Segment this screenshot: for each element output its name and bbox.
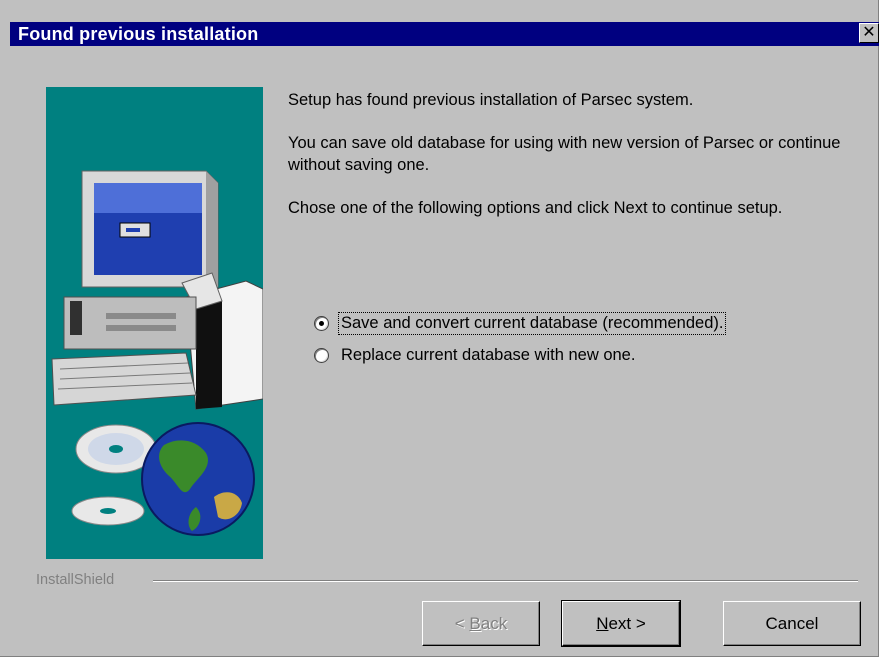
title-bar[interactable]: Found previous installation ✕ (10, 22, 879, 46)
dialog-title: Found previous installation (18, 24, 259, 44)
database-options: Save and convert current database (recom… (312, 310, 727, 374)
back-button[interactable]: < Back (422, 601, 540, 646)
replace-radio[interactable] (314, 347, 329, 363)
back-rest: ack (480, 613, 508, 633)
save-convert-radio[interactable] (314, 315, 329, 331)
save-convert-label[interactable]: Save and convert current database (recom… (337, 311, 727, 335)
computer-illustration (51, 170, 263, 536)
replace-label[interactable]: Replace current database with new one. (339, 345, 637, 366)
setup-dialog: Found previous installation ✕ Setup has … (0, 0, 879, 657)
close-button[interactable]: ✕ (859, 23, 879, 43)
instructions: Setup has found previous installation of… (288, 89, 858, 240)
footer-divider (153, 580, 858, 582)
next-rest: ext > (608, 613, 646, 633)
option-save-convert[interactable]: Save and convert current database (recom… (312, 310, 727, 336)
back-prefix: < (454, 613, 470, 633)
intro-text: Setup has found previous installation of… (288, 91, 694, 109)
back-mnemonic: B (469, 613, 481, 633)
option-replace[interactable]: Replace current database with new one. (312, 342, 725, 368)
next-mnemonic: N (596, 613, 609, 633)
installshield-brand: InstallShield (36, 572, 115, 588)
cancel-button[interactable]: Cancel (723, 601, 861, 646)
choose-option-text: Chose one of the following options and c… (288, 199, 783, 217)
save-explanation-text: You can save old database for using with… (288, 134, 841, 174)
next-button[interactable]: Next > (561, 600, 681, 647)
globe-icon (141, 422, 255, 536)
setup-illustration (46, 87, 263, 559)
close-icon: ✕ (862, 24, 876, 41)
cancel-label: Cancel (765, 613, 819, 633)
